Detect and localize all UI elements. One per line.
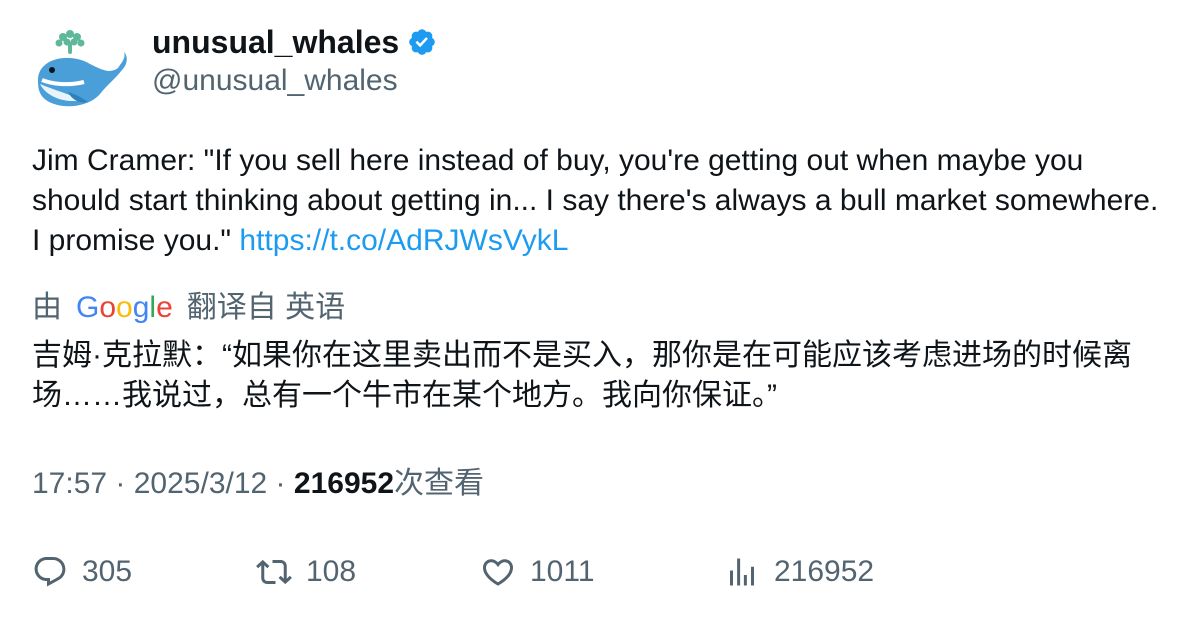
separator: · — [107, 467, 134, 500]
like-count: 1011 — [530, 555, 595, 588]
views-count: 216952 — [774, 555, 875, 588]
retweet-button[interactable]: 108 — [256, 550, 356, 594]
author-name-row[interactable]: unusual_whales — [152, 22, 437, 62]
tweet-link[interactable]: https://t.co/AdRJWsVykL — [239, 224, 568, 257]
retweet-icon — [256, 559, 292, 585]
view-count: 216952 — [293, 467, 394, 500]
heart-icon — [482, 559, 514, 586]
retweet-count: 108 — [306, 555, 357, 588]
tweet-time[interactable]: 17:57 — [32, 467, 107, 500]
translated-from-label[interactable]: 翻译自 英语 — [187, 288, 345, 328]
translated-text: 吉姆·克拉默：“如果你在这里卖出而不是买入，那你是在可能应该考虑进场的时候离场…… — [32, 339, 1132, 412]
tweet-text: Jim Cramer: "If you sell here instead of… — [32, 141, 1172, 261]
views-button[interactable]: 216952 — [724, 550, 874, 594]
whale-avatar-icon — [38, 30, 127, 107]
display-name[interactable]: unusual_whales — [152, 22, 399, 62]
views-label: 次查看 — [394, 467, 484, 500]
translation-attribution: 由 Google 翻译自 英语 — [32, 288, 345, 328]
reply-count: 305 — [82, 555, 133, 588]
tweet-meta: 17:57 · 2025/3/12 · 216952次查看 — [32, 464, 484, 504]
verified-badge-icon — [409, 29, 435, 55]
reply-button[interactable]: 305 — [32, 550, 132, 594]
avatar[interactable] — [30, 22, 128, 120]
tweet-body: Jim Cramer: "If you sell here instead of… — [32, 144, 1159, 257]
tweet-date[interactable]: 2025/3/12 — [134, 467, 267, 500]
like-button[interactable]: 1011 — [480, 550, 595, 594]
handle[interactable]: @unusual_whales — [152, 62, 398, 100]
analytics-icon — [730, 558, 754, 586]
separator: · — [267, 467, 294, 500]
translated-by-label: 由 — [32, 291, 62, 324]
google-logo: Google — [76, 291, 173, 324]
action-bar: 305 108 1011 216952 — [32, 550, 1172, 594]
reply-icon — [34, 557, 66, 587]
